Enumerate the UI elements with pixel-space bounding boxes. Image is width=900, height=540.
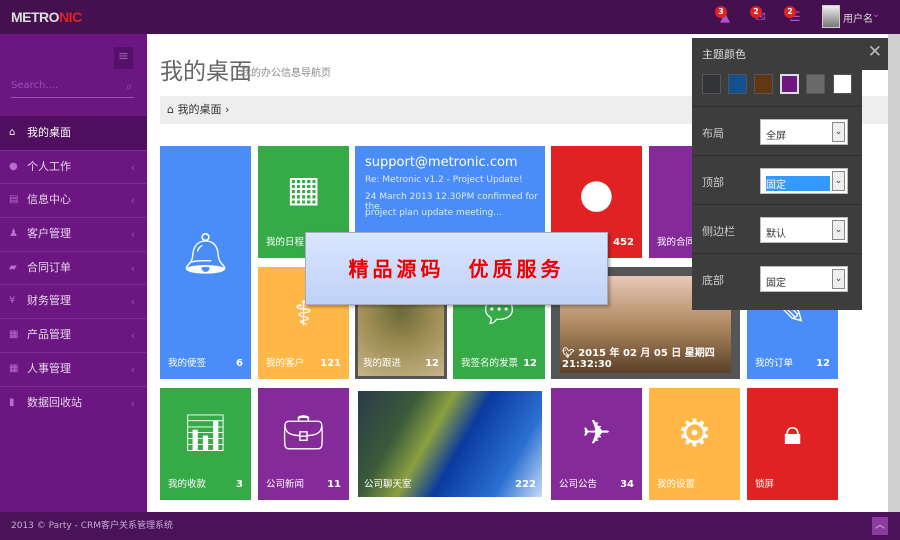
chevron-left-icon: ‹ xyxy=(130,329,135,343)
chevron-down-icon: ⌄ xyxy=(832,122,845,142)
footer-row: 底部 固定 ⌄ xyxy=(692,253,862,302)
sidebar-item-info-center[interactable]: ▤ 信息中心 ‹ xyxy=(0,183,147,217)
plane-icon: ✈ xyxy=(582,413,611,453)
book-icon: ▰ xyxy=(9,261,17,273)
scroll-to-top-button[interactable]: ︿ xyxy=(872,517,888,535)
notification-badge: 3 xyxy=(715,6,727,18)
chevron-left-icon: ‹ xyxy=(130,362,135,376)
sidebar-item-contracts[interactable]: ▰ 合同订单 ‹ xyxy=(0,250,147,285)
tile-notice[interactable]: ✈ 公司公告 34 xyxy=(551,388,642,500)
calendar-icon: ▦ xyxy=(286,169,321,210)
home-icon: ⌂ xyxy=(167,103,178,116)
footer-select[interactable]: 固定 ⌄ xyxy=(760,266,848,292)
chevron-down-icon: ⌄ xyxy=(832,171,845,191)
promo-banner: 精品源码 优质服务 xyxy=(305,232,608,305)
sidebar-item-finance[interactable]: ¥ 财务管理 ‹ xyxy=(0,284,147,318)
sidebar-menu: ⌂ 我的桌面 ● 个人工作 ‹ ▤ 信息中心 ‹ ♟ 客户管理 ‹ ▰ 合同订单 ‹ ¥ 财务管理 ‹… xyxy=(0,116,147,419)
home-icon: ⌂ xyxy=(9,127,16,138)
sidebar-row: 侧边栏 默认 ⌄ xyxy=(692,204,862,253)
sidebar: ≡ Search.... ⌕ ⌂ 我的桌面 ● 个人工作 ‹ ▤ 信息中心 ‹ ♟ 客户管理 ‹… xyxy=(0,34,147,512)
twitter-icon: 🐦︎ xyxy=(562,348,579,359)
sidebar-item-hr[interactable]: ▦ 人事管理 ‹ xyxy=(0,351,147,386)
info-icon: ▤ xyxy=(9,194,19,206)
chevron-down-icon: ⌄ xyxy=(832,269,845,289)
tile-chat[interactable]: 公司聊天室 222 xyxy=(358,391,542,497)
theme-color-blue[interactable] xyxy=(728,74,747,94)
tile-settings[interactable]: ⚙ 我的设置 xyxy=(649,388,740,500)
sidebar-item-customers[interactable]: ♟ 客户管理 ‹ xyxy=(0,217,147,251)
header-row: 顶部 固定 ⌄ xyxy=(692,155,862,204)
chevron-left-icon: ‹ xyxy=(130,295,135,309)
theme-color-grey[interactable] xyxy=(806,74,825,94)
search-icon[interactable]: ⌕ xyxy=(126,80,132,94)
theme-color-brown[interactable] xyxy=(754,74,773,94)
sidebar-toggle-button[interactable]: ≡ xyxy=(114,47,133,69)
bell-icon: 🔔︎ xyxy=(180,231,231,277)
gears-icon: ⚙ xyxy=(677,411,712,455)
chevron-left-icon: ‹ xyxy=(130,194,135,208)
tasks-icon[interactable]: ☰ 2 xyxy=(784,6,805,25)
chevron-down-icon: ⌄ xyxy=(832,220,845,240)
breadcrumb-link[interactable]: 我的桌面 xyxy=(177,103,221,116)
chevron-left-icon: ‹ xyxy=(130,228,135,242)
sidebar-select[interactable]: 默认 ⌄ xyxy=(760,217,848,243)
bar-chart-icon: 📊︎ xyxy=(182,413,229,454)
layout-select[interactable]: 全屏 ⌄ xyxy=(760,119,848,145)
footer-text: 2013 © Party - CRM客户关系管理系统 xyxy=(11,521,173,531)
user-icon: ● xyxy=(579,171,614,217)
tile-receipts[interactable]: 📊︎ 我的收款 3 xyxy=(160,388,251,500)
sidebar-item-personal-work[interactable]: ● 个人工作 ‹ xyxy=(0,149,147,184)
header-select[interactable]: 固定 ⌄ xyxy=(760,168,848,194)
briefcase-icon: 💼︎ xyxy=(281,413,326,453)
chevron-right-icon: › xyxy=(221,103,230,116)
username[interactable]: 用户名 xyxy=(843,10,873,25)
grid-icon: ▦ xyxy=(9,362,19,374)
sidebar-item-products[interactable]: ▦ 产品管理 ‹ xyxy=(0,318,147,352)
user-icon: ● xyxy=(9,160,18,172)
tile-notes[interactable]: 🔔︎ 我的便签 6 xyxy=(160,146,251,379)
chevron-down-icon[interactable]: ⌄ xyxy=(872,9,880,20)
inbox-badge: 2 xyxy=(750,6,762,18)
trash-icon: ▮ xyxy=(9,396,15,408)
sidebar-item-desktop[interactable]: ⌂ 我的桌面 xyxy=(0,116,147,150)
header: METRONIC ▲ 3 ✉ 2 ☰ 2 用户名 ⌄ xyxy=(0,0,900,34)
tasks-badge: 2 xyxy=(784,6,796,18)
tile-news[interactable]: 💼︎ 公司新闻 11 xyxy=(258,388,349,500)
layout-row: 布局 全屏 ⌄ xyxy=(692,106,862,155)
chevron-left-icon: ‹ xyxy=(130,261,135,275)
theme-panel: 主题颜色 布局 全屏 ⌄ 顶部 固定 ⌄ 侧边栏 默认 ⌄ 底部 固定 ⌄ xyxy=(692,38,862,310)
sidebar-item-recycle-bin[interactable]: ▮ 数据回收站 ‹ xyxy=(0,385,147,420)
yen-icon: ¥ xyxy=(9,295,16,307)
theme-color-white[interactable] xyxy=(833,74,852,94)
person-icon: ♟ xyxy=(9,228,18,240)
chevron-left-icon: ‹ xyxy=(130,396,135,410)
theme-color-dark[interactable] xyxy=(702,74,721,94)
theme-color-purple[interactable] xyxy=(780,74,799,94)
warning-icon[interactable]: ▲ 3 xyxy=(715,6,736,25)
inbox-icon[interactable]: ✉ 2 xyxy=(750,6,771,25)
close-icon[interactable]: ✕ xyxy=(868,42,882,62)
logo[interactable]: METRONIC xyxy=(11,9,82,25)
scrollbar[interactable] xyxy=(888,34,900,512)
grid-icon: ▦ xyxy=(9,329,19,341)
page-subtitle: 我的办公信息导航页 xyxy=(241,68,331,79)
footer: 2013 © Party - CRM客户关系管理系统 ︿ xyxy=(0,512,900,540)
lock-icon: 🔒︎ xyxy=(783,413,802,453)
tile-lock[interactable]: 🔒︎ 锁屏 xyxy=(747,388,838,500)
chevron-left-icon: ‹ xyxy=(130,160,135,174)
page-title: 我的桌面 xyxy=(160,59,252,85)
avatar[interactable] xyxy=(822,5,840,28)
search-input[interactable]: Search.... ⌕ xyxy=(11,80,134,98)
camera-datetime: 🐦︎ 2015 年 02 月 05 日 星期四 21:32:30 xyxy=(562,348,715,370)
